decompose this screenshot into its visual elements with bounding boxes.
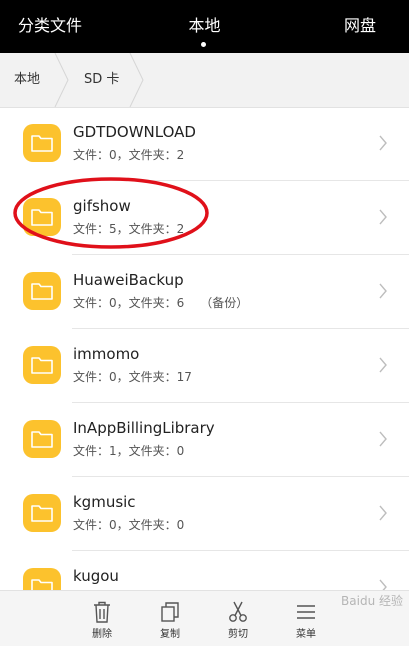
divider: [72, 550, 409, 551]
breadcrumb: 本地 SD 卡: [0, 53, 409, 108]
menu-label: 菜单: [296, 629, 316, 640]
divider: [72, 476, 409, 477]
divider: [72, 328, 409, 329]
top-tab-bar: 分类文件 本地 网盘: [0, 0, 409, 53]
trash-icon: [94, 601, 110, 623]
breadcrumb-sd-card[interactable]: SD 卡: [84, 72, 119, 88]
chevron-right-icon: [379, 505, 387, 521]
chevron-right-icon: [379, 135, 387, 151]
folder-meta: 文件：0，文件夹：0: [73, 518, 185, 532]
delete-label: 删除: [92, 629, 112, 640]
cut-button[interactable]: 剪切: [208, 591, 268, 646]
copy-label: 复制: [160, 629, 180, 640]
folder-meta: 文件：1，文件夹：0: [73, 444, 185, 458]
divider: [72, 254, 409, 255]
folder-name: kugou: [73, 567, 119, 585]
folder-name: GDTDOWNLOAD: [73, 123, 196, 141]
folder-icon: [23, 272, 61, 310]
copy-icon: [161, 602, 179, 622]
folder-icon: [23, 420, 61, 458]
folder-meta: 文件：0，文件夹：6 （备份）: [73, 296, 249, 310]
folder-meta: 文件：0，文件夹：2: [73, 148, 185, 162]
folder-name: kgmusic: [73, 493, 136, 511]
delete-button[interactable]: 删除: [72, 591, 132, 646]
folder-icon: [23, 346, 61, 384]
divider: [72, 402, 409, 403]
copy-button[interactable]: 复制: [140, 591, 200, 646]
menu-icon: [297, 605, 315, 619]
list-item[interactable]: GDTDOWNLOAD 文件：0，文件夹：2: [0, 108, 409, 181]
chevron-right-icon: [379, 283, 387, 299]
active-tab-indicator: [201, 42, 206, 47]
list-item[interactable]: immomo 文件：0，文件夹：17: [0, 330, 409, 403]
chevron-right-icon: [379, 431, 387, 447]
folder-meta: 文件：0，文件夹：17: [73, 370, 192, 384]
breadcrumb-separator-icon: [53, 53, 71, 107]
folder-icon: [23, 124, 61, 162]
folder-name: InAppBillingLibrary: [73, 419, 215, 437]
folder-name: HuaweiBackup: [73, 271, 184, 289]
list-item[interactable]: HuaweiBackup 文件：0，文件夹：6 （备份）: [0, 256, 409, 329]
highlight-ellipse: [13, 177, 209, 249]
folder-name: immomo: [73, 345, 140, 363]
list-item[interactable]: InAppBillingLibrary 文件：1，文件夹：0: [0, 404, 409, 477]
list-item[interactable]: kgmusic 文件：0，文件夹：0: [0, 478, 409, 551]
chevron-right-icon: [379, 357, 387, 373]
scissors-icon: [229, 601, 247, 622]
baidu-watermark: Baidu 经验: [341, 594, 403, 608]
cut-label: 剪切: [228, 629, 248, 640]
menu-button[interactable]: 菜单: [276, 591, 336, 646]
folder-icon: [23, 494, 61, 532]
breadcrumb-local[interactable]: 本地: [14, 72, 40, 88]
chevron-right-icon: [379, 209, 387, 225]
backup-tag: （备份）: [200, 296, 249, 310]
tab-cloud[interactable]: 网盘: [344, 16, 376, 36]
breadcrumb-separator-icon: [128, 53, 146, 107]
